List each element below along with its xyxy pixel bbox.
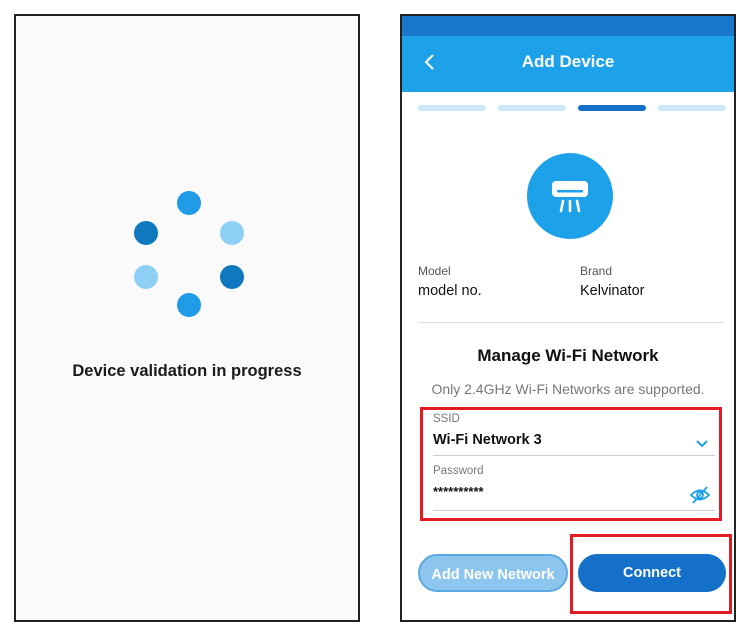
- spinner-dot: [134, 265, 158, 289]
- spinner-dot: [134, 221, 158, 245]
- step-indicator: [578, 105, 646, 111]
- eye-off-icon[interactable]: [689, 484, 711, 506]
- app-bar: Add Device: [402, 36, 734, 92]
- wifi-section-title: Manage Wi-Fi Network: [477, 346, 659, 365]
- brand-label: Brand: [580, 264, 613, 278]
- status-bar: [402, 16, 734, 36]
- chevron-down-icon[interactable]: [695, 436, 709, 450]
- ssid-dropdown[interactable]: Wi-Fi Network 3: [433, 432, 683, 448]
- validation-message: Device validation in progress: [72, 362, 302, 380]
- page-title: Add Device: [521, 52, 615, 71]
- validation-screen: Device validation in progress: [14, 14, 360, 622]
- step-indicator: [498, 105, 566, 111]
- password-underline: [433, 510, 715, 511]
- connect-button[interactable]: Connect: [578, 554, 726, 592]
- brand-value: Kelvinator: [580, 283, 645, 299]
- wifi-credentials-highlight: SSID Wi-Fi Network 3 Password **********: [420, 407, 722, 521]
- spinner-dot: [220, 221, 244, 245]
- model-label: Model: [418, 264, 451, 278]
- model-value: model no.: [418, 283, 482, 299]
- air-conditioner-icon: [552, 181, 588, 213]
- ssid-label: SSID: [433, 413, 460, 425]
- spinner-dot: [220, 265, 244, 289]
- divider: [418, 322, 724, 323]
- spinner-dot: [177, 293, 201, 317]
- step-indicator: [658, 105, 726, 111]
- password-field[interactable]: **********: [433, 484, 673, 499]
- add-device-screen: Add Device Model model no. Brand Kelvina…: [400, 14, 736, 622]
- step-progress: [418, 105, 726, 111]
- password-label: Password: [433, 465, 484, 477]
- ssid-underline: [433, 455, 715, 456]
- wifi-notice: Only 2.4GHz Wi-Fi Networks are supported…: [431, 381, 705, 397]
- add-new-network-button[interactable]: Add New Network: [418, 554, 568, 592]
- step-indicator: [418, 105, 486, 111]
- spinner-dot: [177, 191, 201, 215]
- device-avatar: [527, 153, 613, 239]
- loading-spinner: [124, 188, 254, 328]
